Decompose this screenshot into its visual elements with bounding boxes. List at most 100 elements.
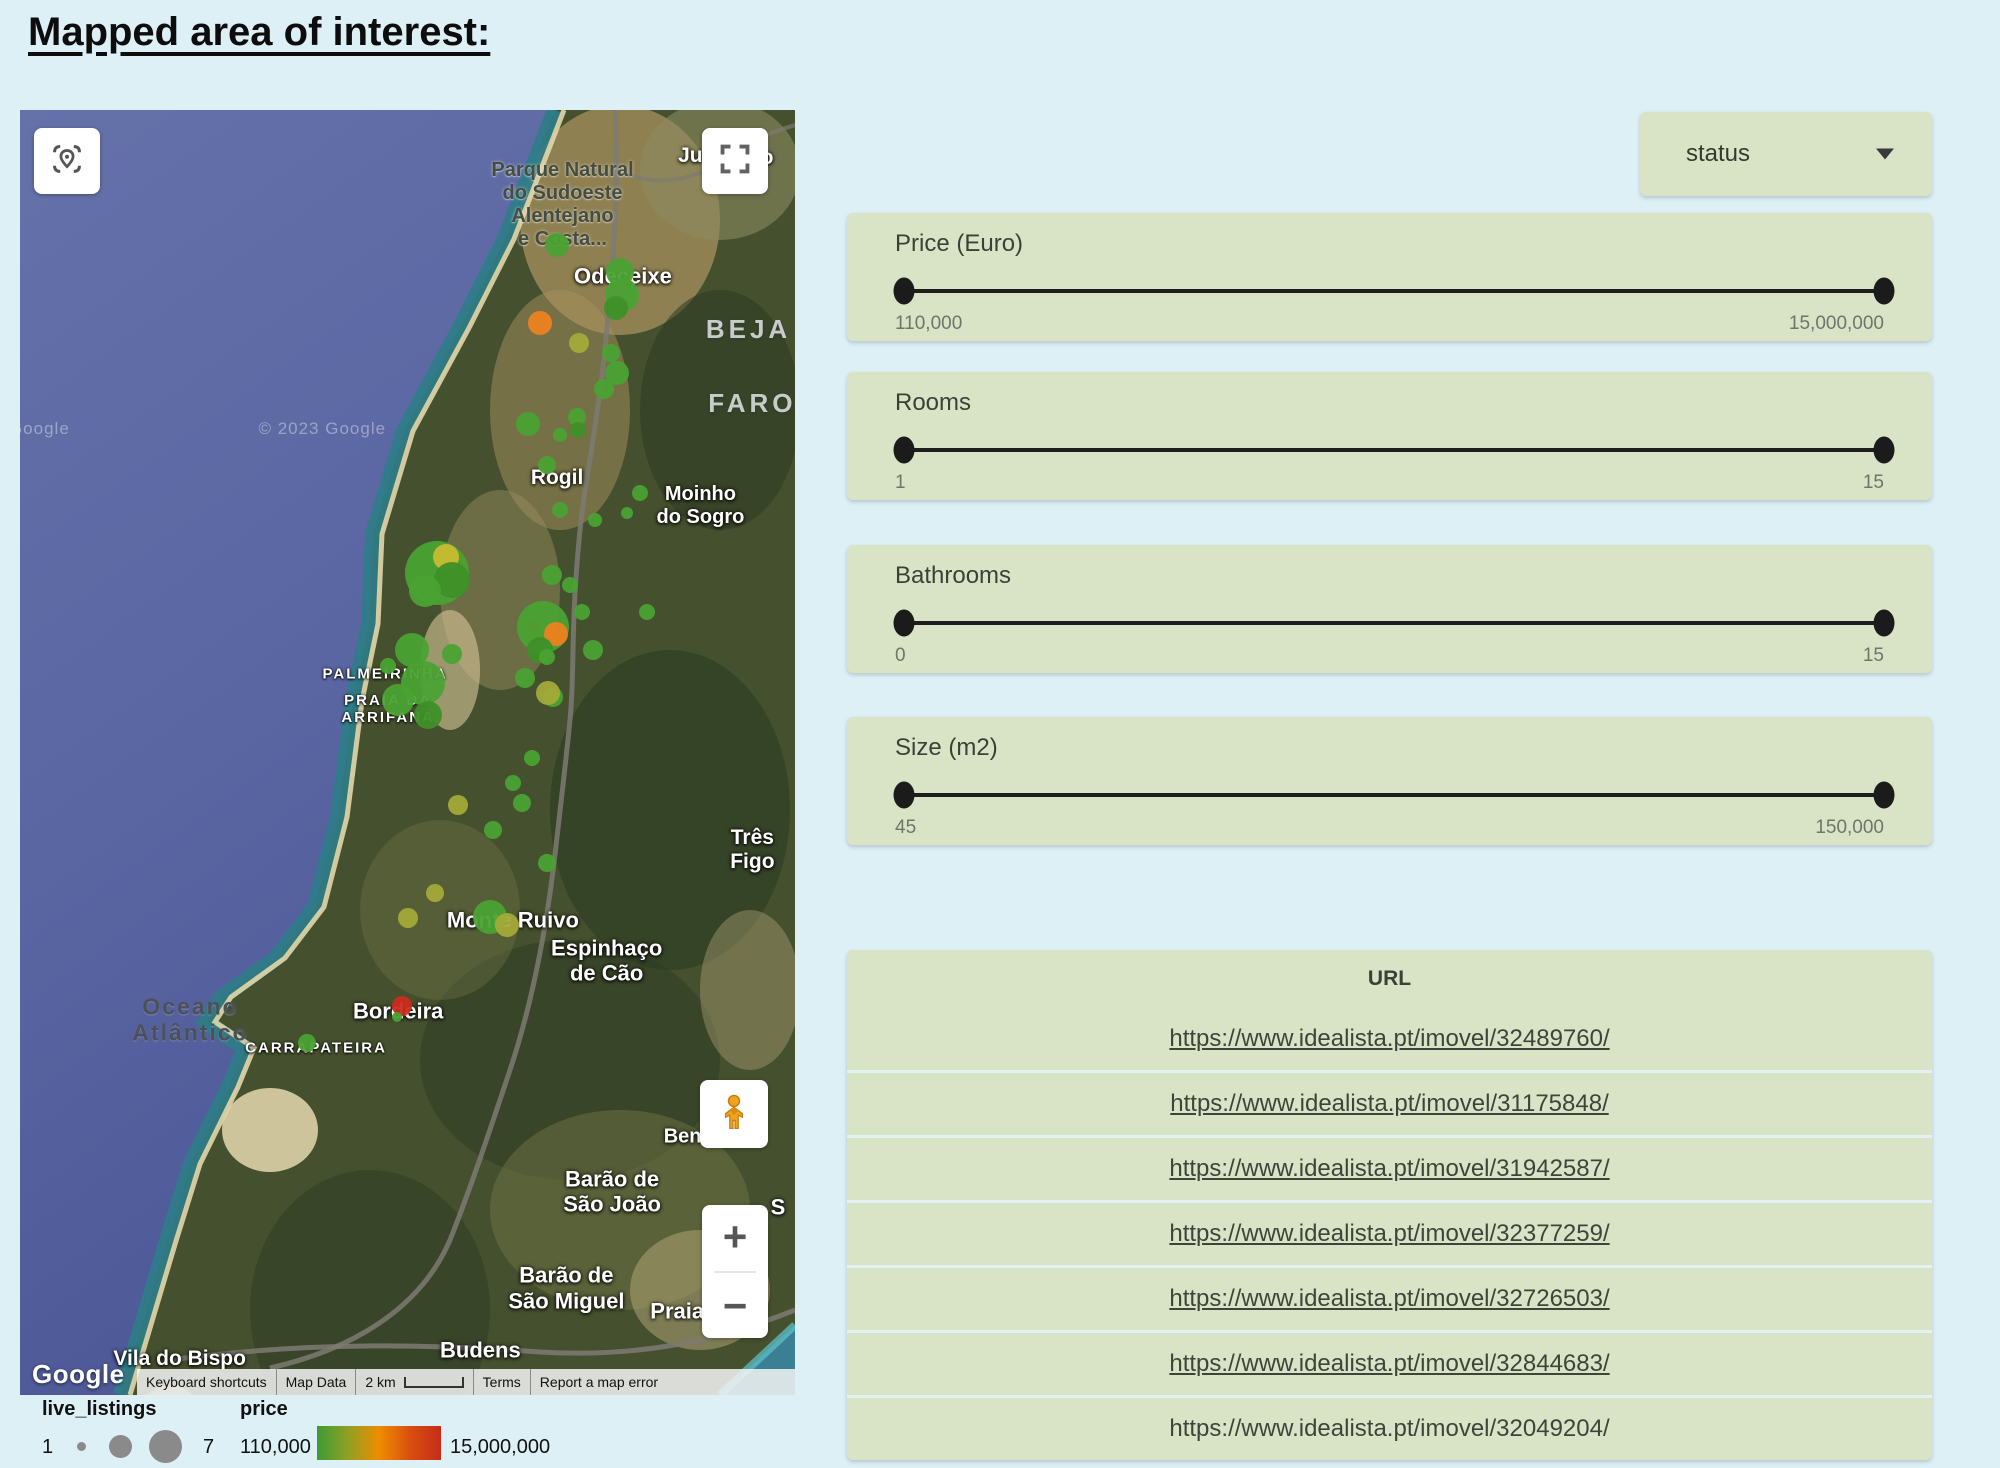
fullscreen-button[interactable] bbox=[702, 128, 768, 194]
size-range-slider[interactable] bbox=[904, 781, 1884, 809]
map-label: Oceano Atlântico bbox=[132, 993, 248, 1046]
listing-dot[interactable] bbox=[545, 233, 569, 257]
pegman-button[interactable] bbox=[700, 1080, 768, 1148]
satellite-imagery bbox=[20, 110, 795, 1395]
listing-dot[interactable] bbox=[398, 908, 418, 928]
rooms-slider-min-handle[interactable] bbox=[894, 437, 915, 464]
zoom-out-button[interactable]: − bbox=[702, 1274, 768, 1338]
bathrooms-range-slider[interactable] bbox=[904, 609, 1884, 637]
listing-dot[interactable] bbox=[495, 913, 519, 937]
bathrooms-slider-max-handle[interactable] bbox=[1874, 610, 1895, 637]
size-slider-min-handle[interactable] bbox=[894, 782, 915, 809]
listing-dot[interactable] bbox=[553, 428, 567, 442]
listing-dot[interactable] bbox=[552, 502, 568, 518]
legend-circle-large bbox=[149, 1430, 182, 1463]
map-label: Google bbox=[20, 419, 70, 439]
listing-dot[interactable] bbox=[594, 379, 614, 399]
listing-url-link[interactable]: https://www.idealista.pt/imovel/32726503… bbox=[1169, 1285, 1609, 1313]
listing-dot[interactable] bbox=[380, 658, 396, 674]
status-dropdown[interactable]: status bbox=[1640, 112, 1932, 196]
map-label: Budens bbox=[440, 1337, 521, 1362]
listing-dot[interactable] bbox=[602, 344, 620, 362]
listing-url-link[interactable]: https://www.idealista.pt/imovel/31942587… bbox=[1169, 1155, 1609, 1183]
bathrooms-min-value: 0 bbox=[895, 645, 906, 667]
listing-dot[interactable] bbox=[414, 701, 442, 729]
listing-dot[interactable] bbox=[632, 485, 648, 501]
map-label: Moinho do Sogro bbox=[657, 483, 745, 529]
listing-dot[interactable] bbox=[569, 333, 589, 353]
legend-price-gradient bbox=[317, 1426, 441, 1460]
price-slider-max-handle[interactable] bbox=[1874, 278, 1895, 305]
bathrooms-filter-panel: Bathrooms 0 15 bbox=[847, 545, 1932, 673]
listing-dot[interactable] bbox=[536, 681, 560, 705]
listing-dot[interactable] bbox=[562, 577, 578, 593]
size-min-value: 45 bbox=[895, 817, 916, 839]
listing-url-link[interactable]: https://www.idealista.pt/imovel/32049204… bbox=[1169, 1415, 1609, 1443]
status-dropdown-label: status bbox=[1686, 140, 1750, 168]
listing-url-link[interactable]: https://www.idealista.pt/imovel/32489760… bbox=[1169, 1025, 1609, 1053]
zoom-in-button[interactable]: + bbox=[702, 1205, 768, 1269]
rooms-slider-max-handle[interactable] bbox=[1874, 437, 1895, 464]
size-slider-max-handle[interactable] bbox=[1874, 782, 1895, 809]
rooms-filter-panel: Rooms 1 15 bbox=[847, 372, 1932, 500]
listing-dot[interactable] bbox=[583, 640, 603, 660]
legend-price-title: price bbox=[240, 1398, 288, 1421]
map-label: Espinhaço de Cão bbox=[551, 935, 662, 986]
listing-dot[interactable] bbox=[639, 604, 655, 620]
listing-dot[interactable] bbox=[528, 311, 552, 335]
listing-dot[interactable] bbox=[505, 775, 521, 791]
rooms-max-value: 15 bbox=[1863, 472, 1884, 494]
listing-dot[interactable] bbox=[542, 565, 562, 585]
price-range-slider[interactable] bbox=[904, 277, 1884, 305]
pegman-icon bbox=[716, 1093, 752, 1136]
page-title: Mapped area of interest: bbox=[28, 10, 490, 55]
listing-dot[interactable] bbox=[442, 644, 462, 664]
listing-dot[interactable] bbox=[426, 884, 444, 902]
locate-button[interactable] bbox=[34, 128, 100, 194]
map-data-link[interactable]: Map Data bbox=[276, 1369, 356, 1395]
rooms-range-slider[interactable] bbox=[904, 436, 1884, 464]
listing-dot[interactable] bbox=[621, 507, 633, 519]
listing-dot[interactable] bbox=[524, 750, 540, 766]
report-map-error-link[interactable]: Report a map error bbox=[530, 1369, 667, 1395]
listing-url-link[interactable]: https://www.idealista.pt/imovel/31175848… bbox=[1170, 1090, 1608, 1118]
listing-dot[interactable] bbox=[570, 422, 586, 438]
rooms-min-value: 1 bbox=[895, 472, 906, 494]
listing-dot[interactable] bbox=[574, 604, 590, 620]
table-row: https://www.idealista.pt/imovel/32489760… bbox=[847, 1008, 1932, 1070]
map-label: S bbox=[771, 1195, 786, 1220]
listing-dot[interactable] bbox=[382, 684, 414, 716]
listing-dot[interactable] bbox=[516, 412, 540, 436]
terms-link[interactable]: Terms bbox=[473, 1369, 530, 1395]
listing-dot[interactable] bbox=[409, 575, 441, 607]
map-label: BEJA bbox=[706, 315, 791, 345]
listing-dot[interactable] bbox=[515, 668, 535, 688]
bathrooms-slider-min-handle[interactable] bbox=[894, 610, 915, 637]
listing-dot[interactable] bbox=[538, 854, 556, 872]
table-row: https://www.idealista.pt/imovel/32049204… bbox=[847, 1395, 1932, 1460]
listing-url-link[interactable]: https://www.idealista.pt/imovel/32377259… bbox=[1169, 1220, 1609, 1248]
legend-size-min: 1 bbox=[42, 1436, 53, 1459]
slider-track bbox=[904, 621, 1884, 625]
map-canvas[interactable]: + − Google Keyboard shortcuts Map Data 2… bbox=[20, 110, 795, 1395]
listing-dot[interactable] bbox=[392, 1012, 402, 1022]
listing-dot[interactable] bbox=[539, 649, 555, 665]
price-slider-min-handle[interactable] bbox=[894, 278, 915, 305]
listing-dot[interactable] bbox=[588, 513, 602, 527]
listing-dot[interactable] bbox=[513, 794, 531, 812]
listing-url-link[interactable]: https://www.idealista.pt/imovel/32844683… bbox=[1169, 1350, 1609, 1378]
price-min-value: 110,000 bbox=[895, 313, 962, 335]
listing-dot[interactable] bbox=[484, 821, 502, 839]
keyboard-shortcuts-link[interactable]: Keyboard shortcuts bbox=[137, 1369, 276, 1395]
size-filter-label: Size (m2) bbox=[895, 734, 998, 762]
listing-dot[interactable] bbox=[298, 1034, 316, 1052]
map-label: Barão de São João bbox=[563, 1167, 661, 1218]
table-row: https://www.idealista.pt/imovel/32377259… bbox=[847, 1200, 1932, 1265]
listing-dot[interactable] bbox=[538, 456, 556, 474]
price-filter-panel: Price (Euro) 110,000 15,000,000 bbox=[847, 213, 1932, 341]
listing-dot[interactable] bbox=[448, 795, 468, 815]
map-label: © 2023 Google bbox=[258, 419, 386, 439]
rooms-filter-label: Rooms bbox=[895, 389, 971, 417]
listing-dot[interactable] bbox=[604, 296, 628, 320]
dropdown-caret-icon bbox=[1876, 149, 1894, 160]
